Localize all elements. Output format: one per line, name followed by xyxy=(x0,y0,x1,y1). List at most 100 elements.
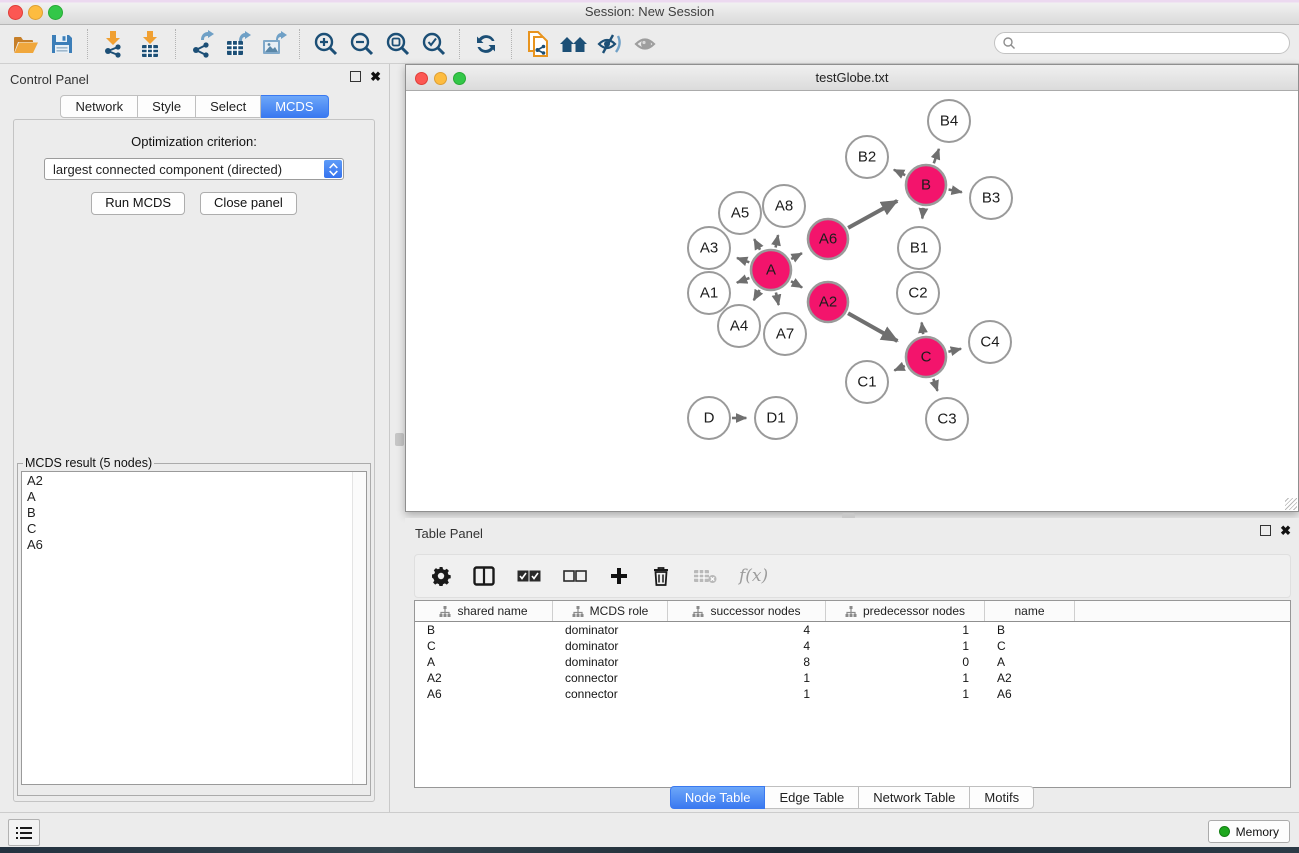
list-item[interactable]: C xyxy=(22,521,366,537)
run-mcds-button[interactable]: Run MCDS xyxy=(91,192,185,215)
graph-node-A7[interactable]: A7 xyxy=(764,313,806,355)
mcds-result-list[interactable]: A2ABCA6 xyxy=(21,471,367,785)
graph-edge-B-B3[interactable] xyxy=(949,190,962,193)
graph-node-B2[interactable]: B2 xyxy=(846,136,888,178)
delete-table-icon[interactable] xyxy=(693,564,717,588)
list-item[interactable]: B xyxy=(22,505,366,521)
deselect-all-icon[interactable] xyxy=(563,564,587,588)
column-header-successor-nodes[interactable]: successor nodes xyxy=(668,601,826,621)
graph-node-A6[interactable]: A6 xyxy=(808,219,848,259)
table-row[interactable]: A2connector11A2 xyxy=(415,670,1290,686)
table-settings-gear-icon[interactable] xyxy=(431,564,451,588)
graph-edge-C-C1[interactable] xyxy=(894,366,904,370)
graph-node-A4[interactable]: A4 xyxy=(718,305,760,347)
task-history-icon[interactable] xyxy=(8,819,40,846)
graph-edge-A-A7[interactable] xyxy=(776,292,779,304)
graph-node-C4[interactable]: C4 xyxy=(969,321,1011,363)
zoom-selected-icon[interactable] xyxy=(416,28,452,60)
table-row[interactable]: A6connector11A6 xyxy=(415,686,1290,702)
zoom-in-icon[interactable] xyxy=(308,28,344,60)
scrollbar[interactable] xyxy=(352,472,366,784)
table-row[interactable]: Cdominator41C xyxy=(415,638,1290,654)
graph-node-A[interactable]: A xyxy=(751,250,791,290)
memory-button[interactable]: Memory xyxy=(1208,820,1290,843)
criterion-dropdown[interactable]: largest connected component (directed) xyxy=(44,158,344,180)
home-view-icon[interactable] xyxy=(556,28,592,60)
graph-edge-C-C2[interactable] xyxy=(922,322,923,334)
float-table-panel-icon[interactable] xyxy=(1260,525,1271,536)
panel-divider-handle[interactable] xyxy=(395,433,404,446)
column-header-predecessor-nodes[interactable]: predecessor nodes xyxy=(826,601,985,621)
graph-edge-A-A8[interactable] xyxy=(776,235,779,247)
tab-network[interactable]: Network xyxy=(60,95,138,118)
add-column-icon[interactable] xyxy=(609,564,629,588)
function-builder-icon[interactable]: f(x) xyxy=(739,564,768,588)
graph-edge-A-A6[interactable] xyxy=(791,253,802,259)
graph-edge-A-A2[interactable] xyxy=(791,281,802,287)
column-header-name[interactable]: name xyxy=(985,601,1075,621)
graph-edge-B-B4[interactable] xyxy=(934,149,939,163)
close-panel-button[interactable]: Close panel xyxy=(200,192,297,215)
graph-node-B4[interactable]: B4 xyxy=(928,100,970,142)
column-header-mcds-role[interactable]: MCDS role xyxy=(553,601,668,621)
tab-node-table[interactable]: Node Table xyxy=(670,786,766,809)
graph-edge-A-A1[interactable] xyxy=(737,278,750,283)
graph-node-A2[interactable]: A2 xyxy=(808,282,848,322)
tab-select[interactable]: Select xyxy=(196,95,261,118)
tab-mcds[interactable]: MCDS xyxy=(261,95,328,118)
list-item[interactable]: A6 xyxy=(22,537,366,553)
graph-node-A1[interactable]: A1 xyxy=(688,272,730,314)
graph-node-C1[interactable]: C1 xyxy=(846,361,888,403)
tab-style[interactable]: Style xyxy=(138,95,196,118)
export-table-icon[interactable] xyxy=(220,28,256,60)
float-panel-icon[interactable] xyxy=(350,71,361,82)
graph-node-C2[interactable]: C2 xyxy=(897,272,939,314)
delete-column-icon[interactable] xyxy=(651,564,671,588)
graph-edge-C-C4[interactable] xyxy=(948,349,961,352)
hide-selected-eye-icon[interactable] xyxy=(592,28,628,60)
import-table-icon[interactable] xyxy=(132,28,168,60)
graph-node-C[interactable]: C xyxy=(906,337,946,377)
graph-node-B3[interactable]: B3 xyxy=(970,177,1012,219)
list-item[interactable]: A2 xyxy=(22,473,366,489)
save-session-icon[interactable] xyxy=(44,28,80,60)
close-table-panel-icon[interactable]: ✖ xyxy=(1280,525,1291,536)
table-row[interactable]: Adominator80A xyxy=(415,654,1290,670)
search-field[interactable] xyxy=(994,32,1290,54)
toggle-column-view-icon[interactable] xyxy=(473,564,495,588)
window-resize-grip[interactable] xyxy=(1285,498,1297,510)
graph-node-B[interactable]: B xyxy=(906,165,946,205)
graph-node-A8[interactable]: A8 xyxy=(763,185,805,227)
graph-node-D1[interactable]: D1 xyxy=(755,397,797,439)
export-image-icon[interactable] xyxy=(256,28,292,60)
table-row[interactable]: Bdominator41B xyxy=(415,622,1290,638)
tab-motifs[interactable]: Motifs xyxy=(970,786,1034,809)
list-item[interactable]: A xyxy=(22,489,366,505)
tab-network-table[interactable]: Network Table xyxy=(859,786,970,809)
graph-edge-B-B1[interactable] xyxy=(922,208,923,219)
show-hidden-eye-icon[interactable] xyxy=(628,28,664,60)
network-window-titlebar[interactable]: testGlobe.txt xyxy=(406,65,1298,91)
search-input[interactable] xyxy=(1016,35,1289,51)
graph-node-A5[interactable]: A5 xyxy=(719,192,761,234)
graph-node-A3[interactable]: A3 xyxy=(688,227,730,269)
zoom-fit-icon[interactable] xyxy=(380,28,416,60)
graph-node-B1[interactable]: B1 xyxy=(898,227,940,269)
graph-edge-A2-C[interactable] xyxy=(848,313,897,341)
refresh-icon[interactable] xyxy=(468,28,504,60)
column-header-shared-name[interactable]: shared name xyxy=(415,601,553,621)
graph-edge-A-A3[interactable] xyxy=(737,258,749,262)
import-network-icon[interactable] xyxy=(96,28,132,60)
tab-edge-table[interactable]: Edge Table xyxy=(765,786,859,809)
select-all-icon[interactable] xyxy=(517,564,541,588)
zoom-out-icon[interactable] xyxy=(344,28,380,60)
open-session-icon[interactable] xyxy=(8,28,44,60)
graph-edge-A-A4[interactable] xyxy=(754,290,760,300)
graph-edge-B-B2[interactable] xyxy=(894,170,905,175)
graph-edge-A6-B[interactable] xyxy=(848,201,897,228)
graph-edge-C-C3[interactable] xyxy=(933,379,937,391)
graph-node-D[interactable]: D xyxy=(688,397,730,439)
export-network-icon[interactable] xyxy=(184,28,220,60)
graph-edge-A-A5[interactable] xyxy=(754,239,760,250)
clone-network-icon[interactable] xyxy=(520,28,556,60)
